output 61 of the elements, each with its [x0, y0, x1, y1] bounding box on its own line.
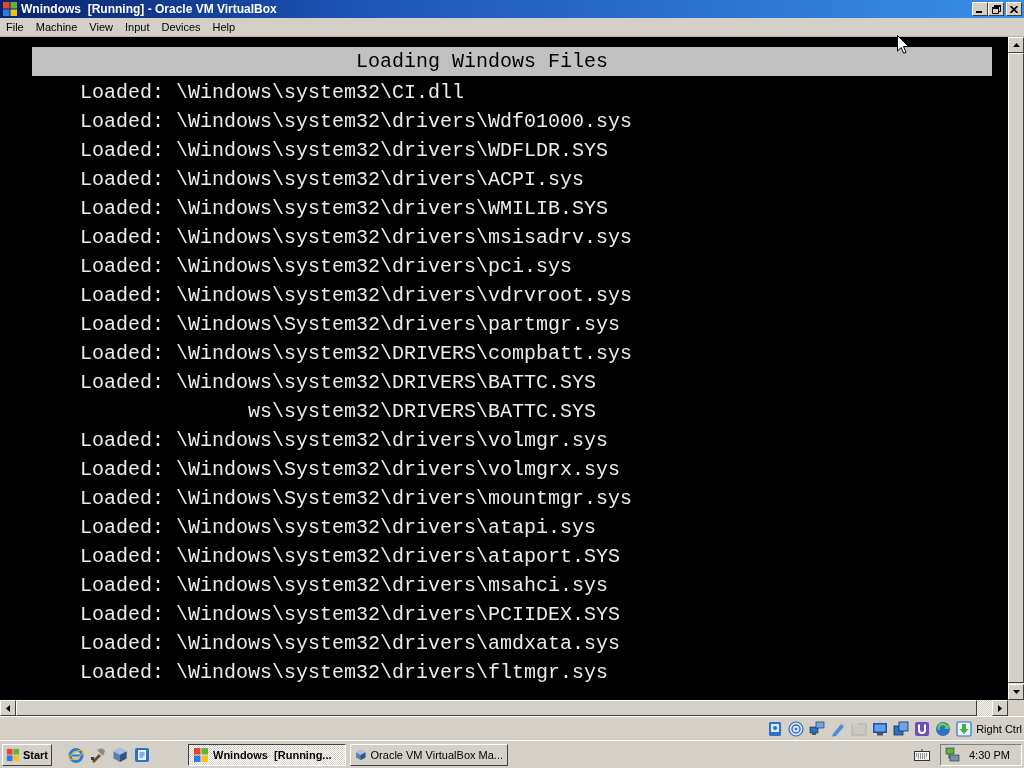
- console-line: Loaded: \Windows\system32\drivers\atapi.sys: [80, 515, 597, 541]
- console-line: Loaded: \Windows\system32\drivers\fltmgr.sys: [80, 660, 609, 686]
- network-icon[interactable]: [945, 746, 961, 763]
- menu-item[interactable]: Machine: [29, 21, 84, 33]
- start-button[interactable]: Start: [2, 743, 52, 766]
- menu-item[interactable]: Help: [206, 21, 242, 33]
- magnet-icon[interactable]: [914, 720, 931, 737]
- cube-icon[interactable]: [112, 746, 128, 763]
- console-line: Loaded: \Windows\system32\drivers\amdxata.sys: [80, 631, 621, 657]
- document-icon[interactable]: [134, 746, 150, 763]
- scroll-up-button[interactable]: [1008, 37, 1024, 53]
- down-arrow-icon: [1012, 690, 1020, 694]
- console-line: Loaded: \Windows\system32\drivers\PCIIDEX.SYS: [80, 602, 621, 628]
- menu-item[interactable]: File: [0, 21, 30, 33]
- right-arrow-icon: [998, 704, 1002, 712]
- restore-icon: [991, 4, 1001, 14]
- tools-icon[interactable]: [90, 746, 106, 763]
- menu-item[interactable]: Devices: [155, 21, 207, 33]
- console-line: Loaded: \Windows\system32\drivers\volmgr.sys: [80, 428, 609, 454]
- console-line: Loaded: \Windows\system32\CI.dll: [80, 80, 465, 106]
- taskbar-button[interactable]: Wnindows [Running...: [188, 743, 346, 766]
- scroll-right-button[interactable]: [992, 700, 1008, 716]
- menu-item[interactable]: View: [83, 21, 119, 33]
- flag-icon: [6, 746, 20, 763]
- taskbar-button[interactable]: Oracle VM VirtualBox Ma...: [350, 743, 508, 766]
- windows-icon[interactable]: [893, 720, 910, 737]
- close-icon: [1010, 5, 1018, 13]
- scroll-left-button[interactable]: [0, 700, 16, 716]
- console-line: Loaded: \Windows\system32\drivers\msisadrv.sys: [80, 225, 633, 251]
- console-line: Loaded: \Windows\system32\DRIVERS\BATTC.SYS: [80, 370, 597, 396]
- console-line: Loaded: \Windows\system32\drivers\ataport.SYS: [80, 544, 621, 570]
- console-line: Loaded: \Windows\system32\drivers\Wdf01000.sys: [80, 109, 633, 135]
- host-key-label: Right Ctrl: [976, 722, 1022, 735]
- keyboard-icon[interactable]: [914, 748, 930, 761]
- console-line: Loaded: \Windows\system32\drivers\pci.sys: [80, 254, 573, 280]
- console-line: Loaded: \Windows\system32\drivers\WDFLDR.SYS: [80, 138, 609, 164]
- console-line: Loaded: \Windows\System32\drivers\mountmgr.sys: [80, 486, 633, 512]
- console-line: Loaded: \Windows\System32\drivers\partmgr.sys: [80, 312, 621, 338]
- cd-icon[interactable]: [788, 720, 805, 737]
- console-line: Loaded: \Windows\system32\drivers\WMILIB.SYS: [80, 196, 609, 222]
- scroll-down-button[interactable]: [1008, 684, 1024, 700]
- close-button[interactable]: [1006, 2, 1022, 16]
- browser-icon[interactable]: [68, 746, 84, 763]
- console-line: Loaded: \Windows\system32\drivers\vdrvroot.sys: [80, 283, 633, 309]
- clock: 4:30 PM: [969, 748, 1010, 761]
- flag-icon: [2, 1, 18, 17]
- up-arrow-icon: [1012, 43, 1020, 47]
- window-title: Wnindows [Running] - Oracle VM VirtualBox: [21, 2, 278, 16]
- console-line: Loaded: \Windows\System32\drivers\volmgrx.sys: [80, 457, 621, 483]
- monitor-icon[interactable]: [872, 720, 889, 737]
- console-line: Loaded: \Windows\system32\drivers\msahci.sys: [80, 573, 609, 599]
- flag-icon: [193, 746, 209, 763]
- restore-button[interactable]: [988, 2, 1004, 16]
- menu-item[interactable]: Input: [118, 21, 156, 33]
- console-line: Loaded: \Windows\system32\drivers\ACPI.sys: [80, 167, 585, 193]
- left-arrow-icon: [6, 704, 10, 712]
- console-line: ws\system32\DRIVERS\BATTC.SYS: [248, 399, 597, 425]
- network-icon[interactable]: [809, 720, 826, 737]
- console-header: Loading Windows Files: [356, 50, 609, 73]
- console-line: Loaded: \Windows\system32\DRIVERS\compbatt.sys: [80, 341, 633, 367]
- minimize-button[interactable]: [972, 2, 988, 16]
